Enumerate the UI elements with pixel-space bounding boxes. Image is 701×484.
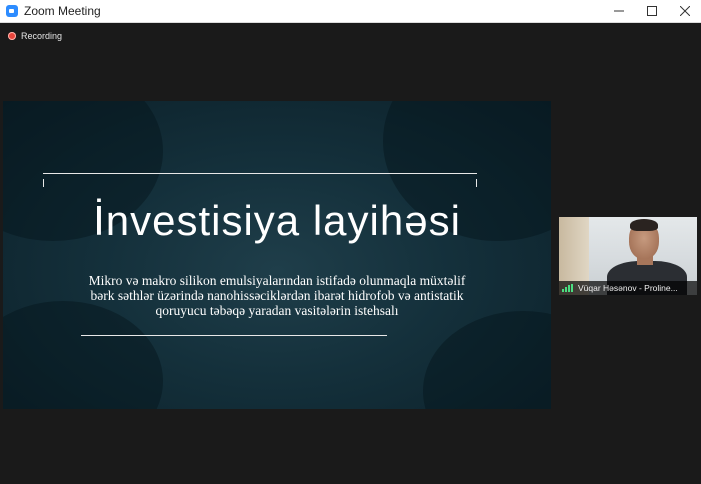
participant-hair <box>630 219 658 231</box>
slide-subtitle-line: Mikro və makro silikon emulsiyalarından … <box>88 273 466 288</box>
close-button[interactable] <box>668 0 701 22</box>
maximize-icon <box>646 6 657 16</box>
slide-subtitle-line: qoruyucu təbəqə yaradan vasitələrin iste… <box>155 303 399 318</box>
slide-subtitle: Mikro və makro silikon emulsiyalarından … <box>43 273 511 318</box>
slide-decoration <box>423 311 551 409</box>
slide-top-divider <box>43 173 477 174</box>
title-bar: Zoom Meeting <box>0 0 701 23</box>
window-title: Zoom Meeting <box>24 4 101 18</box>
participant-video-tile[interactable]: Vüqar Həsənov - Proline... <box>559 217 697 295</box>
slide-title: İnvestisiya layihəsi <box>93 197 461 244</box>
participant-name-bar: Vüqar Həsənov - Proline... <box>559 281 697 295</box>
maximize-button[interactable] <box>635 0 668 22</box>
slide-top-left-tick <box>43 179 44 187</box>
shared-screen-slide: İnvestisiya layihəsi Mikro və makro sili… <box>3 101 551 409</box>
recording-dot-icon <box>8 32 16 40</box>
participant-name: Vüqar Həsənov - Proline... <box>578 283 678 293</box>
minimize-icon <box>613 10 624 12</box>
signal-strength-icon <box>562 284 574 292</box>
recording-indicator[interactable]: Recording <box>8 30 62 42</box>
close-icon <box>679 6 690 16</box>
window-controls <box>602 0 701 22</box>
slide-top-right-tick <box>476 179 477 187</box>
recording-label: Recording <box>21 31 63 41</box>
slide-bottom-divider <box>81 335 387 336</box>
zoom-logo-icon <box>6 5 18 17</box>
slide-subtitle-line: bərk səthlər üzərində nanohissəciklərdən… <box>90 288 464 303</box>
minimize-button[interactable] <box>602 0 635 22</box>
